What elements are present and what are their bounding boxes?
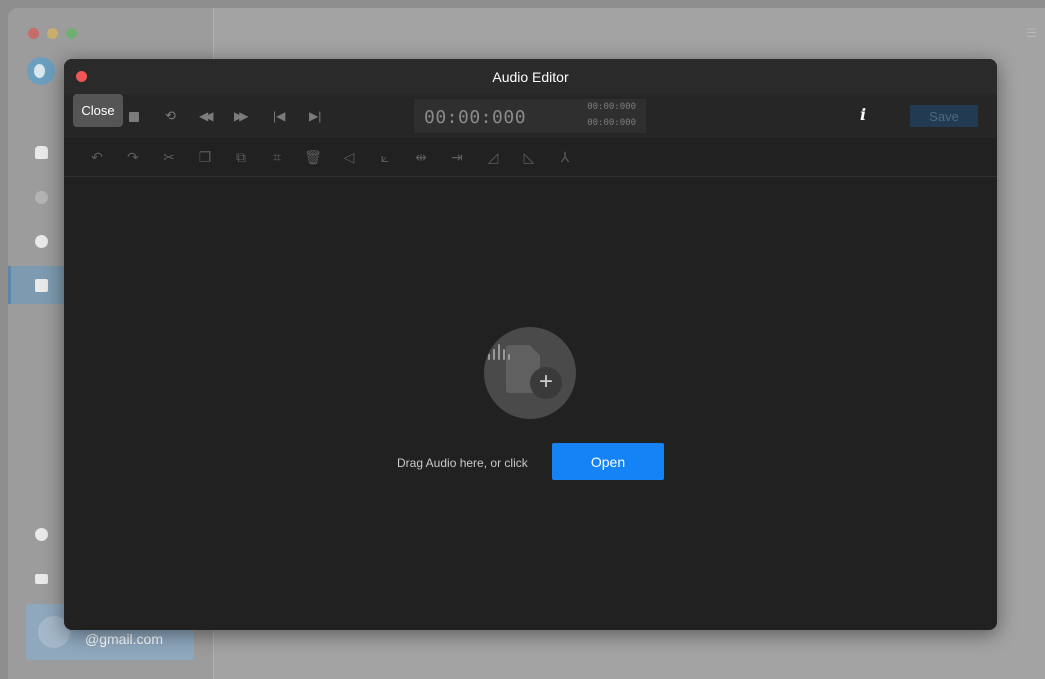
volume-icon[interactable]: ◁: [340, 148, 358, 166]
app-logo-icon: [27, 57, 55, 85]
audio-drop-zone[interactable]: + Drag Audio here, or click Open: [64, 177, 997, 630]
close-tooltip: Close: [73, 94, 123, 127]
drop-prompt: Drag Audio here, or click: [397, 456, 528, 470]
fade-icon[interactable]: ⟀: [376, 148, 394, 166]
save-button[interactable]: Save: [910, 105, 978, 127]
edit-toolbar: ↶ ↷ ✂ ❐ ⧉ ⌗ 🗑 ◁ ⟀ ⇹ ⇥ ◿ ◺ ⅄: [64, 138, 997, 177]
window-minimize-button[interactable]: [47, 28, 58, 39]
toolbox-icon[interactable]: [35, 279, 48, 292]
cut-icon[interactable]: ✂: [160, 148, 178, 166]
paste-icon[interactable]: ⧉: [232, 148, 250, 166]
skip-to-start-icon[interactable]: |◀: [273, 109, 285, 123]
current-time: 00:00:000: [424, 107, 527, 128]
home-icon[interactable]: [35, 146, 48, 159]
silence-icon[interactable]: ⇥: [448, 148, 466, 166]
fade-out-icon[interactable]: ◺: [520, 148, 538, 166]
stop-icon[interactable]: [129, 112, 139, 122]
add-audio-icon[interactable]: +: [484, 327, 576, 419]
rewind-icon[interactable]: ◀◀: [199, 109, 214, 123]
audio-editor-dialog: Audio Editor ⟲ ◀◀ ▶▶ |◀ ▶| 00:00:000 00:…: [64, 59, 997, 630]
copy-icon[interactable]: ❐: [196, 148, 214, 166]
dialog-title: Audio Editor: [492, 69, 569, 85]
open-button[interactable]: Open: [552, 443, 664, 480]
redo-icon[interactable]: ↷: [124, 148, 142, 166]
dialog-title-bar: Audio Editor: [64, 59, 997, 94]
window-close-button[interactable]: [28, 28, 39, 39]
transport-bar: ⟲ ◀◀ ▶▶ |◀ ▶| 00:00:000 00:00:000 00:00:…: [64, 94, 997, 138]
info-icon[interactable]: i: [860, 105, 866, 124]
plus-icon: +: [530, 367, 562, 399]
selection-start-time: 00:00:000: [587, 102, 636, 112]
delete-icon[interactable]: 🗑: [304, 148, 322, 166]
user-email: @gmail.com: [85, 631, 164, 647]
skip-to-end-icon[interactable]: ▶|: [309, 109, 321, 123]
history-icon[interactable]: [35, 235, 48, 248]
speed-icon[interactable]: ⇹: [412, 148, 430, 166]
crop-icon[interactable]: ⌗: [268, 148, 286, 166]
timecode-display: 00:00:000 00:00:000 00:00:000: [414, 99, 646, 133]
mail-icon[interactable]: [35, 574, 48, 584]
selection-end-time: 00:00:000: [587, 118, 636, 128]
nav-item-icon[interactable]: [35, 191, 48, 204]
window-zoom-button[interactable]: [66, 28, 77, 39]
undo-icon[interactable]: ↶: [88, 148, 106, 166]
loop-icon[interactable]: ⟲: [165, 109, 176, 123]
split-icon[interactable]: ⅄: [556, 148, 574, 166]
settings-icon[interactable]: [35, 528, 48, 541]
fade-in-icon[interactable]: ◿: [484, 148, 502, 166]
fast-forward-icon[interactable]: ▶▶: [234, 109, 249, 123]
hamburger-icon[interactable]: ☰: [1026, 26, 1037, 40]
waveform-icon: [488, 344, 514, 360]
